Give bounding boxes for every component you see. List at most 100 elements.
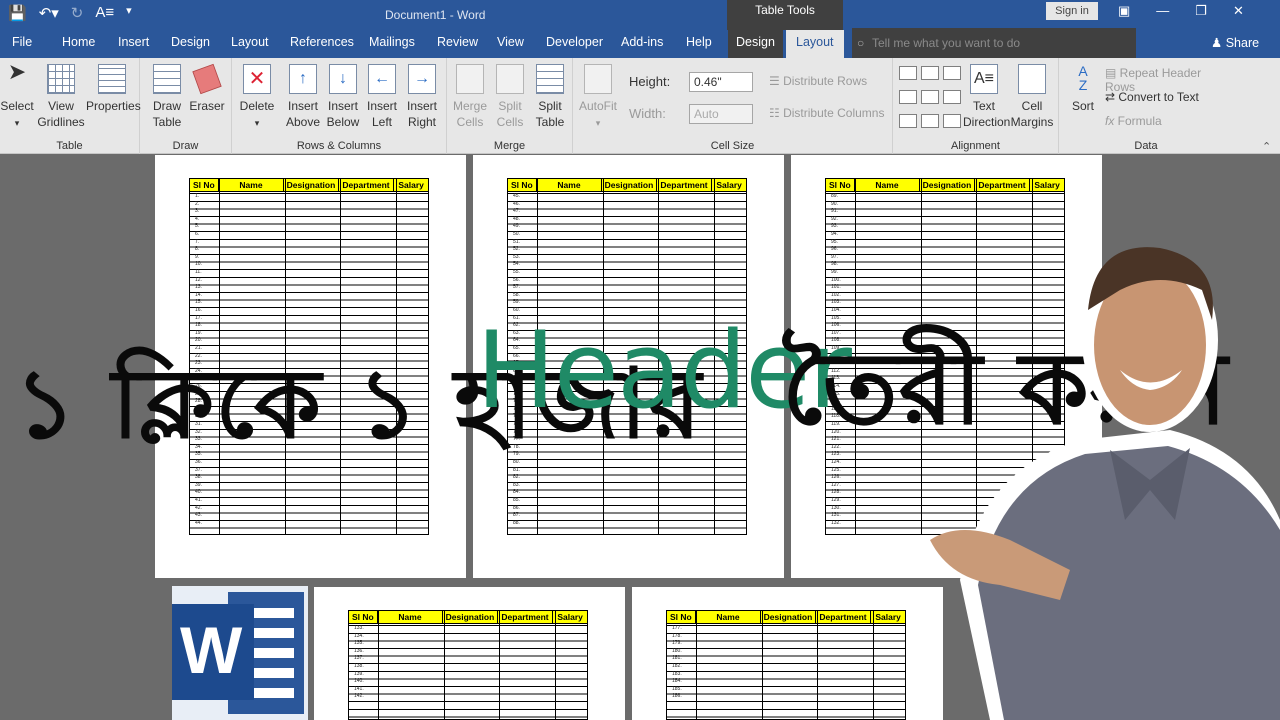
tab-file[interactable]: File [12,35,32,49]
sort-button[interactable]: AZ Sort [1063,64,1103,114]
draw-table-button[interactable]: Draw Table [148,64,186,130]
row-number: 141. [354,685,364,692]
save-icon[interactable]: 💾 [8,4,27,22]
column-divider [444,611,445,719]
split-cells-icon [496,64,524,94]
autofit-button[interactable]: AutoFit ▾ [577,64,619,131]
width-field[interactable]: Auto [689,104,753,124]
table-header-cell: Department [816,611,872,623]
properties-button[interactable]: Properties [86,64,141,114]
distribute-rows-label: Distribute Rows [783,74,868,88]
row-number: 89. [831,193,838,199]
align-top-right-icon[interactable] [943,66,961,80]
row-number: 18. [195,322,202,329]
tab-home[interactable]: Home [62,35,95,49]
format-icon[interactable]: A≡ [95,4,114,22]
insert-right-button[interactable]: → Insert Right [402,64,442,130]
tab-references[interactable]: References [290,35,354,49]
table-header-cell: Salary [557,612,583,622]
split-cells-button[interactable]: Split Cells [491,64,529,130]
align-bottom-right-icon[interactable] [943,114,961,128]
group-label-cell-size: Cell Size [710,140,755,152]
redo-icon[interactable]: ↻ [71,4,84,22]
row-number: 95. [831,238,838,245]
pencil-table-icon [153,64,181,94]
merge-cells-button[interactable]: Merge Cells [451,64,489,130]
distribute-columns-button[interactable]: ☷ Distribute Columns [769,106,884,120]
tab-table-design[interactable]: Design [728,30,783,58]
restore-icon[interactable]: ❐ [1195,3,1207,19]
tab-layout[interactable]: Layout [231,35,269,49]
insert-below-label: Insert Below [326,99,360,129]
height-field[interactable]: 0.46" [689,72,753,92]
insert-above-button[interactable]: ↑ Insert Above [284,64,322,130]
dropdown-arrow-icon: ▾ [254,118,260,128]
tab-design[interactable]: Design [171,35,210,49]
split-cells-label: Split Cells [496,99,524,129]
row-number: 41. [195,497,202,503]
word-logo: W [172,586,308,720]
row-number: 92. [831,215,838,222]
row-number: 139. [354,670,364,677]
insert-left-button[interactable]: ← Insert Left [364,64,400,130]
column-divider [499,611,500,719]
collapse-ribbon-icon[interactable]: ⌃ [1262,140,1271,153]
tab-help[interactable]: Help [686,35,712,49]
sign-in-button[interactable]: Sign in [1046,2,1098,20]
tab-developer[interactable]: Developer [546,35,603,49]
split-table-icon [536,64,564,94]
ribbon-display-icon[interactable]: ▣ [1118,3,1130,19]
align-center-icon[interactable] [921,90,939,104]
tab-add-ins[interactable]: Add-ins [621,35,663,49]
view-gridlines-label: View Gridlines [37,99,85,129]
formula-icon: fx [1105,114,1118,128]
align-top-left-icon[interactable] [899,66,917,80]
table-header-cell: Department [975,179,1031,191]
delete-button[interactable]: ✕ Delete ▾ [236,64,278,131]
row-number: 59. [513,299,520,306]
row-number: 97. [831,253,838,260]
cell-margins-label: Cell Margins [1010,99,1054,129]
minimize-icon[interactable]: — [1156,3,1169,19]
customize-qat-icon[interactable]: ▾ [126,4,132,22]
distribute-rows-icon: ☰ [769,74,784,88]
group-table: ➤ Select ▾ View Gridlines Properties Tabl… [0,58,141,154]
tab-mailings[interactable]: Mailings [369,35,415,49]
undo-icon[interactable]: ↶▾ [39,4,59,22]
close-icon[interactable]: ✕ [1233,3,1244,19]
width-label: Width: [629,106,666,121]
formula-button[interactable]: fx Formula [1105,114,1162,128]
column-divider [873,611,874,719]
view-gridlines-button[interactable]: View Gridlines [36,64,86,130]
tab-table-layout[interactable]: Layout [786,30,844,58]
share-button[interactable]: ♟ Share [1211,35,1259,50]
text-direction-button[interactable]: A≡ Text Direction [963,64,1010,130]
row-number: 100. [831,276,841,283]
merge-cells-icon [456,64,484,94]
tab-view[interactable]: View [497,35,524,49]
eraser-button[interactable]: Eraser [188,63,226,114]
group-data: AZ Sort ▤ Repeat Header Rows ⇄ Convert t… [1059,58,1233,154]
row-number: 102. [831,291,841,298]
tab-review[interactable]: Review [437,35,478,49]
align-center-left-icon[interactable] [899,90,917,104]
align-bottom-left-icon[interactable] [899,114,917,128]
tell-me-search[interactable]: ○ Tell me what you want to do [852,28,1136,58]
sort-az-icon: AZ [1078,63,1088,93]
split-table-button[interactable]: Split Table [531,64,569,130]
row-number: 136. [354,647,364,654]
row-number: 46. [513,200,520,207]
align-bottom-center-icon[interactable] [921,114,939,128]
align-center-right-icon[interactable] [943,90,961,104]
convert-to-text-button[interactable]: ⇄ Convert to Text [1105,90,1199,104]
insert-below-button[interactable]: ↓ Insert Below [324,64,362,130]
cell-margins-button[interactable]: Cell Margins [1009,64,1055,130]
row-number: 101. [831,284,841,291]
group-label-rows-columns: Rows & Columns [296,140,382,152]
select-button[interactable]: ➤ Select ▾ [0,61,34,131]
tab-insert[interactable]: Insert [118,35,149,49]
row-number: 58. [513,291,520,298]
distribute-rows-button[interactable]: ☰ Distribute Rows [769,74,867,88]
autofit-icon [584,64,612,94]
align-top-center-icon[interactable] [921,66,939,80]
